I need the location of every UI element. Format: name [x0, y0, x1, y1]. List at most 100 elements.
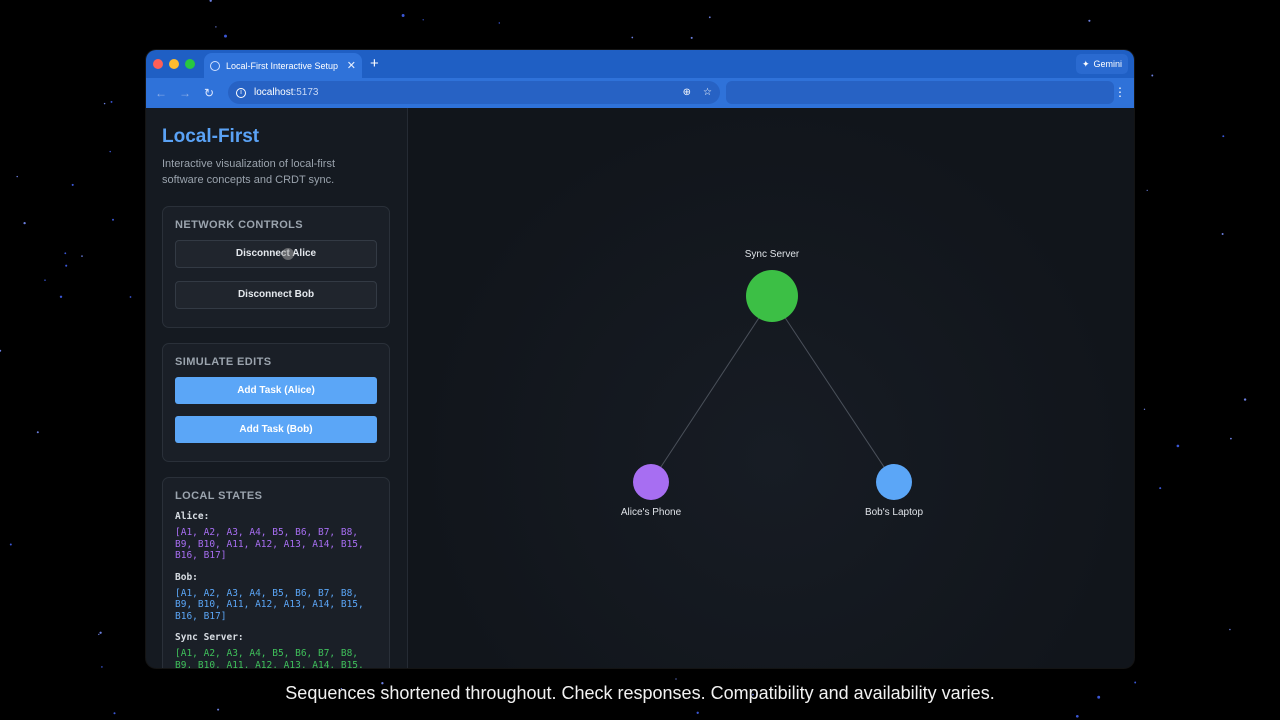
- sync-server-label: Sync Server: [745, 249, 800, 260]
- alice-phone-node[interactable]: [633, 464, 669, 500]
- window-controls: [153, 59, 195, 69]
- server-state-label: Sync Server:: [175, 632, 244, 643]
- star: [209, 0, 212, 2]
- browser-window: Local-First Interactive Setup ✕ + ✦ Gemi…: [146, 50, 1134, 668]
- star: [224, 34, 227, 38]
- star: [1221, 233, 1224, 235]
- app-description: Interactive visualization of local-first…: [162, 158, 336, 186]
- tab-local-first[interactable]: Local-First Interactive Setup ✕: [204, 53, 362, 78]
- star: [696, 711, 699, 714]
- url-host: localhost: [254, 87, 294, 98]
- star: [101, 666, 103, 668]
- secondary-search-field[interactable]: [726, 81, 1114, 104]
- maximize-window-button[interactable]: [185, 59, 195, 69]
- tab-title: Local-First Interactive Setup: [226, 60, 339, 71]
- gemini-label: Gemini: [1093, 59, 1122, 69]
- star: [1151, 74, 1154, 77]
- bob-state-value: [A1, A2, A3, A4, B5, B6, B7, B8, B9, B10…: [175, 587, 364, 622]
- star: [113, 712, 116, 715]
- sync-server-node[interactable]: [746, 270, 798, 322]
- bob-laptop-node[interactable]: [876, 464, 912, 500]
- star: [217, 708, 220, 711]
- forward-button[interactable]: →: [173, 86, 197, 100]
- star: [16, 175, 18, 178]
- gemini-button[interactable]: ✦ Gemini: [1075, 54, 1128, 74]
- star: [9, 543, 12, 546]
- network-controls-panel: NETWORK CONTROLS Disconnect Alice Discon…: [162, 206, 390, 328]
- star: [498, 22, 501, 24]
- local-states-panel: LOCAL STATES Alice: [A1, A2, A3, A4, B5,…: [162, 477, 390, 668]
- mouse-cursor: [282, 248, 294, 260]
- star: [71, 183, 74, 186]
- globe-icon: [210, 60, 220, 71]
- star: [109, 150, 111, 153]
- network-graph-svg: Sync Server Alice's Phone Bob's Laptop: [621, 249, 924, 518]
- star: [1075, 714, 1079, 718]
- star: [708, 16, 711, 19]
- network-graph: Sync Server Alice's Phone Bob's Laptop: [408, 108, 1134, 668]
- star: [690, 36, 693, 39]
- sidebar: Local-First Interactive visualization of…: [146, 108, 408, 668]
- star: [1159, 487, 1162, 490]
- bookmark-star-icon[interactable]: ☆: [703, 87, 712, 98]
- star: [1222, 135, 1225, 138]
- zoom-icon[interactable]: ⊕: [683, 87, 691, 98]
- alice-phone-label: Alice's Phone: [621, 507, 682, 518]
- server-state-value: [A1, A2, A3, A4, B5, B6, B7, B8, B9, B10…: [175, 648, 364, 668]
- disconnect-alice-button[interactable]: Disconnect Alice: [175, 240, 377, 268]
- close-window-button[interactable]: [153, 59, 163, 69]
- star: [110, 100, 113, 103]
- star: [36, 431, 39, 434]
- link-server-bob: [771, 297, 895, 483]
- tab-bar: Local-First Interactive Setup ✕ + ✦ Gemi…: [146, 50, 1134, 78]
- star: [129, 296, 132, 298]
- bob-state-label: Bob:: [175, 571, 198, 583]
- add-task-bob-button[interactable]: Add Task (Bob): [175, 416, 377, 443]
- star: [1143, 408, 1146, 410]
- star: [23, 221, 26, 225]
- star: [1243, 398, 1247, 401]
- star: [401, 14, 405, 17]
- sparkle-icon: ✦: [1081, 58, 1090, 69]
- star: [422, 19, 424, 21]
- star: [1146, 189, 1148, 192]
- star: [675, 678, 677, 680]
- star: [215, 26, 217, 28]
- star: [99, 631, 102, 634]
- network-controls-heading: NETWORK CONTROLS: [175, 219, 304, 231]
- star: [1176, 444, 1180, 448]
- bob-laptop-label: Bob's Laptop: [865, 507, 924, 518]
- disconnect-bob-button[interactable]: Disconnect Bob: [175, 281, 377, 309]
- url-text: localhost:5173: [254, 87, 671, 98]
- star: [64, 252, 67, 255]
- alice-state-value: [A1, A2, A3, A4, B5, B6, B7, B8, B9, B10…: [175, 527, 364, 561]
- star: [1088, 19, 1091, 22]
- reload-button[interactable]: ↻: [197, 86, 221, 100]
- app-title: Local-First: [162, 126, 260, 147]
- site-info-icon[interactable]: i: [236, 87, 246, 98]
- star: [98, 633, 100, 636]
- close-tab-icon[interactable]: ✕: [347, 59, 356, 72]
- back-button[interactable]: ←: [149, 86, 173, 100]
- star: [0, 349, 2, 352]
- add-task-alice-button[interactable]: Add Task (Alice): [175, 377, 377, 404]
- star: [44, 279, 46, 281]
- star: [65, 264, 68, 267]
- link-server-alice: [650, 297, 773, 483]
- star: [81, 255, 83, 257]
- star: [631, 36, 634, 39]
- page-content: Local-First Interactive visualization of…: [146, 108, 1134, 668]
- address-bar[interactable]: i localhost:5173 ⊕ ☆: [228, 81, 720, 104]
- star: [103, 102, 106, 105]
- simulate-edits-heading: SIMULATE EDITS: [175, 356, 272, 368]
- url-port: :5173: [293, 87, 319, 98]
- video-caption: Sequences shortened throughout. Check re…: [285, 683, 995, 703]
- new-tab-button[interactable]: +: [370, 55, 379, 72]
- star: [1229, 628, 1231, 631]
- simulate-edits-panel: SIMULATE EDITS Add Task (Alice) Add Task…: [162, 343, 390, 462]
- local-states-heading: LOCAL STATES: [175, 490, 263, 502]
- alice-state-label: Alice:: [175, 511, 210, 522]
- star: [1230, 437, 1232, 440]
- browser-menu-icon[interactable]: ⋮: [1114, 85, 1126, 99]
- minimize-window-button[interactable]: [169, 59, 179, 69]
